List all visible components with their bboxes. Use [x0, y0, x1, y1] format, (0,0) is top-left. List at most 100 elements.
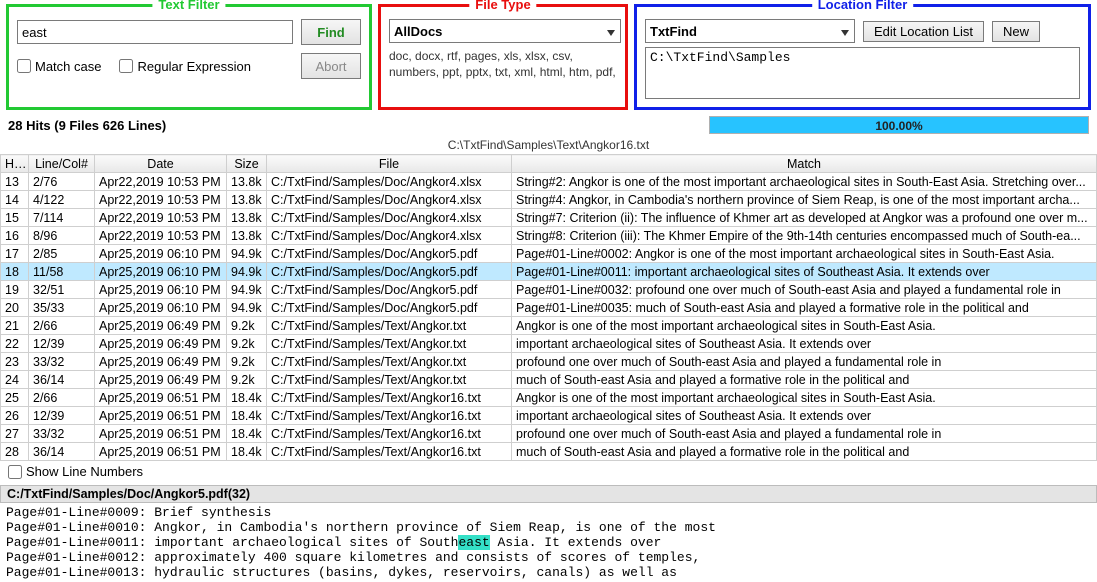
table-row[interactable]: 1811/58Apr25,2019 06:10 PM94.9kC:/TxtFin…: [1, 263, 1097, 281]
table-row[interactable]: 2035/33Apr25,2019 06:10 PM94.9kC:/TxtFin…: [1, 299, 1097, 317]
cell-hit: 25: [1, 389, 29, 407]
cell-match: String#2: Angkor is one of the most impo…: [512, 173, 1097, 191]
table-row[interactable]: 168/96Apr22,2019 10:53 PM13.8kC:/TxtFind…: [1, 227, 1097, 245]
table-row[interactable]: 2333/32Apr25,2019 06:49 PM9.2kC:/TxtFind…: [1, 353, 1097, 371]
cell-hit: 14: [1, 191, 29, 209]
cell-lc: 11/58: [29, 263, 95, 281]
cell-date: Apr25,2019 06:10 PM: [95, 245, 227, 263]
cell-match: much of South-east Asia and played a for…: [512, 371, 1097, 389]
cell-date: Apr25,2019 06:51 PM: [95, 389, 227, 407]
col-file[interactable]: File: [267, 155, 512, 173]
progress-bar: 100.00%: [709, 116, 1089, 134]
cell-size: 9.2k: [227, 353, 267, 371]
cell-lc: 36/14: [29, 443, 95, 461]
cell-lc: 33/32: [29, 425, 95, 443]
col-linecol[interactable]: Line/Col#: [29, 155, 95, 173]
text-filter-legend: Text Filter: [152, 0, 225, 12]
cell-date: Apr25,2019 06:10 PM: [95, 299, 227, 317]
location-path-box[interactable]: C:\TxtFind\Samples: [645, 47, 1080, 99]
cell-lc: 2/66: [29, 317, 95, 335]
find-button[interactable]: Find: [301, 19, 361, 45]
col-hit[interactable]: Hit#: [1, 155, 29, 173]
cell-date: Apr25,2019 06:49 PM: [95, 317, 227, 335]
cell-date: Apr25,2019 06:51 PM: [95, 425, 227, 443]
cell-lc: 8/96: [29, 227, 95, 245]
cell-file: C:/TxtFind/Samples/Text/Angkor16.txt: [267, 407, 512, 425]
cell-file: C:/TxtFind/Samples/Doc/Angkor5.pdf: [267, 263, 512, 281]
cell-size: 94.9k: [227, 299, 267, 317]
cell-hit: 21: [1, 317, 29, 335]
table-row[interactable]: 144/122Apr22,2019 10:53 PM13.8kC:/TxtFin…: [1, 191, 1097, 209]
table-row[interactable]: 172/85Apr25,2019 06:10 PM94.9kC:/TxtFind…: [1, 245, 1097, 263]
cell-size: 18.4k: [227, 425, 267, 443]
cell-file: C:/TxtFind/Samples/Doc/Angkor4.xlsx: [267, 209, 512, 227]
cell-date: Apr25,2019 06:49 PM: [95, 371, 227, 389]
new-location-button[interactable]: New: [992, 21, 1040, 42]
abort-button[interactable]: Abort: [301, 53, 361, 79]
table-row[interactable]: 252/66Apr25,2019 06:51 PM18.4kC:/TxtFind…: [1, 389, 1097, 407]
cell-size: 18.4k: [227, 443, 267, 461]
preview-file-header: C:/TxtFind/Samples/Doc/Angkor5.pdf(32): [0, 485, 1097, 503]
cell-lc: 7/114: [29, 209, 95, 227]
cell-size: 9.2k: [227, 335, 267, 353]
hit-count-label: 28 Hits (9 Files 626 Lines): [8, 118, 709, 133]
cell-hit: 13: [1, 173, 29, 191]
file-type-description: doc, docx, rtf, pages, xls, xlsx, csv, n…: [389, 49, 617, 80]
cell-hit: 17: [1, 245, 29, 263]
col-size[interactable]: Size: [227, 155, 267, 173]
cell-date: Apr25,2019 06:10 PM: [95, 281, 227, 299]
cell-file: C:/TxtFind/Samples/Text/Angkor.txt: [267, 353, 512, 371]
table-row[interactable]: 2733/32Apr25,2019 06:51 PM18.4kC:/TxtFin…: [1, 425, 1097, 443]
cell-size: 18.4k: [227, 407, 267, 425]
table-row[interactable]: 2836/14Apr25,2019 06:51 PM18.4kC:/TxtFin…: [1, 443, 1097, 461]
table-row[interactable]: 2436/14Apr25,2019 06:49 PM9.2kC:/TxtFind…: [1, 371, 1097, 389]
table-row[interactable]: 1932/51Apr25,2019 06:10 PM94.9kC:/TxtFin…: [1, 281, 1097, 299]
cell-date: Apr25,2019 06:10 PM: [95, 263, 227, 281]
table-row[interactable]: 132/76Apr22,2019 10:53 PM13.8kC:/TxtFind…: [1, 173, 1097, 191]
cell-date: Apr25,2019 06:49 PM: [95, 335, 227, 353]
table-row[interactable]: 212/66Apr25,2019 06:49 PM9.2kC:/TxtFind/…: [1, 317, 1097, 335]
cell-match: profound one over much of South-east Asi…: [512, 425, 1097, 443]
col-match[interactable]: Match: [512, 155, 1097, 173]
cell-hit: 28: [1, 443, 29, 461]
table-row[interactable]: 2212/39Apr25,2019 06:49 PM9.2kC:/TxtFind…: [1, 335, 1097, 353]
cell-size: 94.9k: [227, 281, 267, 299]
cell-hit: 18: [1, 263, 29, 281]
search-input[interactable]: [17, 20, 293, 44]
show-line-numbers-checkbox[interactable]: Show Line Numbers: [8, 464, 143, 479]
location-select[interactable]: TxtFind: [645, 19, 855, 43]
results-table: Hit# Line/Col# Date Size File Match 13 2/…: [0, 154, 1097, 461]
file-type-select[interactable]: AllDocs: [389, 19, 621, 43]
cell-hit: 19: [1, 281, 29, 299]
col-date[interactable]: Date: [95, 155, 227, 173]
cell-size: 9.2k: [227, 317, 267, 335]
cell-match: String#4: Angkor, in Cambodia's northern…: [512, 191, 1097, 209]
preview-pane[interactable]: Page#01-Line#0009: Brief synthesis Page#…: [0, 503, 1097, 582]
file-type-legend: File Type: [469, 0, 536, 12]
match-case-checkbox[interactable]: Match case: [17, 59, 101, 74]
cell-match: Page#01-Line#0011: important archaeologi…: [512, 263, 1097, 281]
cell-lc: 35/33: [29, 299, 95, 317]
cell-file: C:/TxtFind/Samples/Doc/Angkor5.pdf: [267, 245, 512, 263]
edit-location-list-button[interactable]: Edit Location List: [863, 21, 984, 42]
cell-lc: 32/51: [29, 281, 95, 299]
cell-size: 94.9k: [227, 263, 267, 281]
cell-match: Page#01-Line#0002: Angkor is one of the …: [512, 245, 1097, 263]
cell-file: C:/TxtFind/Samples/Text/Angkor16.txt: [267, 425, 512, 443]
cell-size: 13.8k: [227, 191, 267, 209]
cell-date: Apr25,2019 06:51 PM: [95, 407, 227, 425]
cell-hit: 23: [1, 353, 29, 371]
progress-value: 100.00%: [710, 117, 1088, 133]
cell-size: 13.8k: [227, 173, 267, 191]
cell-file: C:/TxtFind/Samples/Doc/Angkor5.pdf: [267, 299, 512, 317]
cell-date: Apr22,2019 10:53 PM: [95, 209, 227, 227]
cell-size: 18.4k: [227, 389, 267, 407]
cell-date: Apr22,2019 10:53 PM: [95, 173, 227, 191]
regex-checkbox[interactable]: Regular Expression: [119, 59, 250, 74]
cell-match: Page#01-Line#0032: profound one over muc…: [512, 281, 1097, 299]
table-row[interactable]: 157/114Apr22,2019 10:53 PM13.8kC:/TxtFin…: [1, 209, 1097, 227]
cell-match: Page#01-Line#0035: much of South-east As…: [512, 299, 1097, 317]
cell-date: Apr22,2019 10:53 PM: [95, 191, 227, 209]
table-row[interactable]: 2612/39Apr25,2019 06:51 PM18.4kC:/TxtFin…: [1, 407, 1097, 425]
cell-hit: 22: [1, 335, 29, 353]
